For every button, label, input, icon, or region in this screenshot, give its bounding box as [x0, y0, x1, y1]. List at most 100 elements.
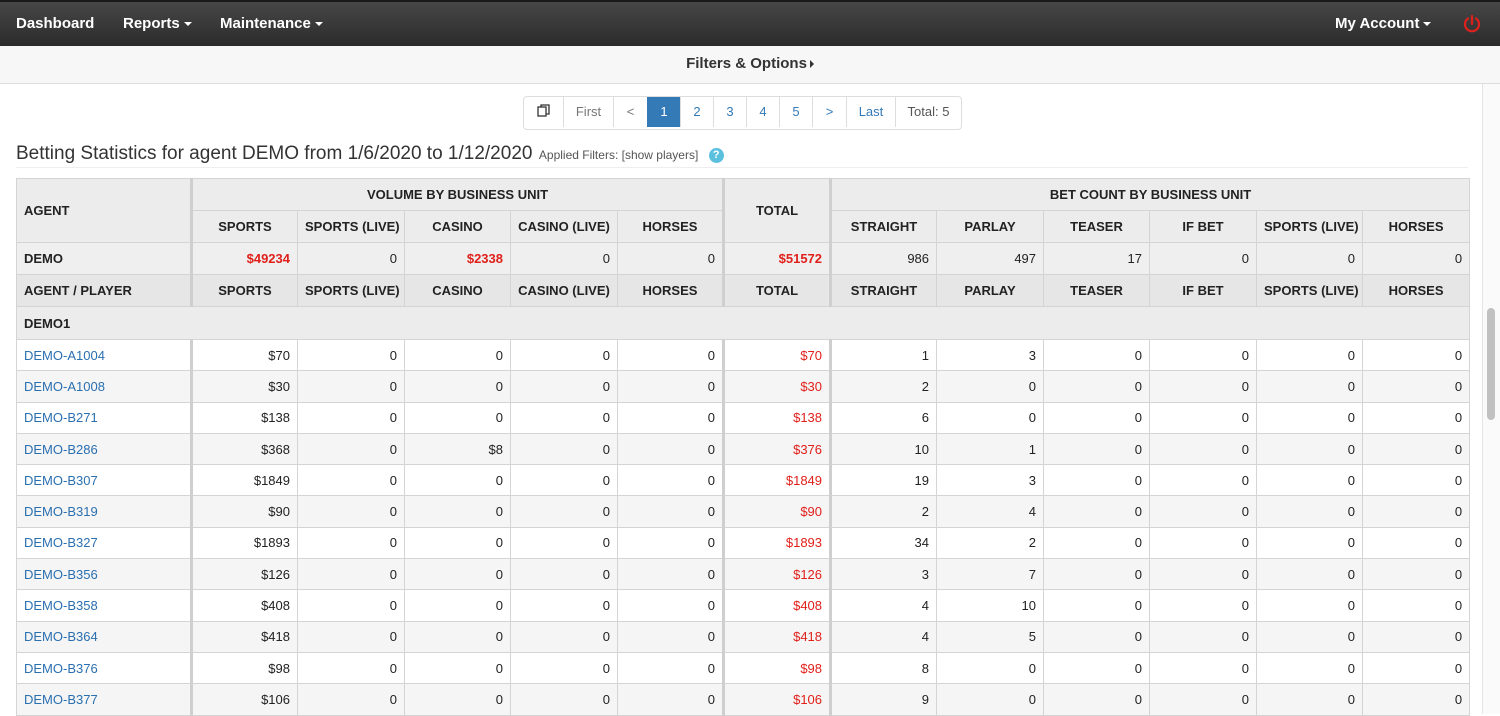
count-cell: 2 [830, 370, 938, 403]
count-cell: 4 [830, 589, 938, 622]
player-cell: DEMO-B356 [16, 558, 193, 591]
page-next[interactable]: > [812, 97, 846, 127]
volume-cell: 0 [616, 495, 726, 528]
volume-col-header: CASINO (LIVE) [510, 274, 618, 307]
count-cell: 0 [1043, 526, 1151, 560]
table-row: DEMO-B286 $368 0 $8 0 0 $376 10 1 0 0 0 0 [16, 432, 1471, 466]
pagination: First < 1 2 3 4 5 > Last Total: 5 [523, 96, 962, 130]
page-2[interactable]: 2 [680, 97, 713, 127]
count-cell: 0 [1256, 683, 1364, 716]
count-cell: 6 [830, 401, 938, 434]
nav-reports[interactable]: Reports [123, 2, 192, 46]
table-row: DEMO-B358 $408 0 0 0 0 $408 4 10 0 0 0 0 [16, 589, 1471, 622]
page-4[interactable]: 4 [746, 97, 779, 127]
page-title: Betting Statistics for agent DEMO from 1… [16, 143, 533, 164]
volume-cell: 0 [616, 338, 726, 372]
volume-cell: $30 [191, 370, 298, 403]
player-cell: DEMO-B358 [16, 589, 193, 622]
total-cell: $418 [723, 620, 833, 653]
volume-cell: 0 [510, 401, 618, 434]
applied-filters[interactable]: Applied Filters: [show players] [539, 148, 698, 162]
volume-col-header: SPORTS (LIVE) [297, 210, 405, 243]
count-cell: 0 [1362, 495, 1471, 528]
count-cell: 0 [936, 683, 1045, 716]
volume-cell: $106 [191, 683, 298, 716]
nav-maintenance[interactable]: Maintenance [220, 2, 323, 46]
count-cell: 0 [1149, 401, 1258, 434]
betcount-group-header: BET COUNT BY BUSINESS UNIT [830, 178, 1471, 211]
count-cell: 10 [830, 432, 938, 466]
player-link[interactable]: DEMO-B271 [24, 410, 98, 425]
volume-cell: 0 [616, 526, 726, 560]
table-row: DEMO-A1004 $70 0 0 0 0 $70 1 3 0 0 0 0 [16, 338, 1471, 372]
player-link[interactable]: DEMO-B364 [24, 629, 98, 644]
count-cell: 0 [1362, 338, 1471, 372]
player-link[interactable]: DEMO-B286 [24, 442, 98, 457]
count-cell: 3 [936, 464, 1045, 497]
player-cell: DEMO-B364 [16, 620, 193, 653]
table-row: DEMO-B377 $106 0 0 0 0 $106 9 0 0 0 0 0 [16, 683, 1471, 716]
page-prev[interactable]: < [613, 97, 647, 127]
volume-cell: 0 [510, 620, 618, 653]
count-cell: 0 [1256, 338, 1364, 372]
volume-cell: 0 [404, 558, 511, 591]
volume-col-header: SPORTS (LIVE) [297, 274, 405, 307]
count-cell: 0 [1362, 683, 1471, 716]
player-link[interactable]: DEMO-B307 [24, 473, 98, 488]
copy-button[interactable] [524, 97, 563, 127]
count-cell: 0 [1043, 401, 1151, 434]
player-link[interactable]: DEMO-B327 [24, 535, 98, 550]
page-first[interactable]: First [563, 97, 613, 127]
nav-dashboard[interactable]: Dashboard [16, 2, 94, 46]
betcount-col-header: IF BET [1149, 210, 1258, 243]
count-cell: 0 [1256, 651, 1364, 685]
player-link[interactable]: DEMO-B356 [24, 567, 98, 582]
filters-options-toggle[interactable]: Filters & Options [686, 55, 814, 72]
volume-col-header: CASINO [404, 274, 511, 307]
help-icon[interactable]: ? [708, 148, 724, 163]
count-cell: 3 [936, 338, 1045, 372]
volume-col-header: CASINO (LIVE) [510, 210, 618, 243]
page-scrollbar[interactable] [1482, 84, 1500, 714]
count-cell: 0 [1043, 589, 1151, 622]
count-cell: 0 [1256, 432, 1364, 466]
volume-col-header: HORSES [616, 210, 726, 243]
betcount-col-header: TEASER [1043, 274, 1151, 307]
summary-volume-cell: 0 [510, 242, 618, 275]
volume-cell: 0 [616, 401, 726, 434]
betcount-col-header: PARLAY [936, 210, 1045, 243]
player-link[interactable]: DEMO-B376 [24, 661, 98, 676]
nav-my-account-label: My Account [1335, 15, 1420, 32]
volume-cell: 0 [616, 464, 726, 497]
volume-cell: 0 [297, 620, 405, 653]
player-link[interactable]: DEMO-B377 [24, 692, 98, 707]
count-cell: 0 [1362, 651, 1471, 685]
count-cell: 0 [1256, 495, 1364, 528]
page-last[interactable]: Last [846, 97, 895, 127]
power-icon[interactable] [1462, 14, 1482, 34]
count-cell: 0 [1043, 558, 1151, 591]
player-link[interactable]: DEMO-A1008 [24, 379, 105, 394]
count-cell: 19 [830, 464, 938, 497]
player-link[interactable]: DEMO-B358 [24, 598, 98, 613]
page-3[interactable]: 3 [713, 97, 746, 127]
top-navbar: Dashboard Reports Maintenance My Account [0, 0, 1500, 46]
count-cell: 0 [1043, 620, 1151, 653]
volume-cell: $1849 [191, 464, 298, 497]
count-cell: 0 [1149, 589, 1258, 622]
volume-group-header: VOLUME BY BUSINESS UNIT [190, 178, 726, 211]
count-cell: 7 [936, 558, 1045, 591]
page-5[interactable]: 5 [779, 97, 812, 127]
summary-volume-cell: $2338 [404, 242, 511, 275]
report-heading: Betting Statistics for agent DEMO from 1… [16, 143, 1468, 168]
player-link[interactable]: DEMO-B319 [24, 504, 98, 519]
scrollbar-thumb[interactable] [1487, 308, 1495, 420]
page-1[interactable]: 1 [647, 97, 680, 127]
volume-cell: 0 [297, 338, 405, 372]
nav-my-account[interactable]: My Account [1335, 2, 1432, 46]
chevron-down-icon [183, 22, 192, 27]
count-cell: 0 [1149, 558, 1258, 591]
total-col-header: TOTAL [723, 274, 833, 307]
summary-volume-cell: 0 [616, 242, 726, 275]
player-link[interactable]: DEMO-A1004 [24, 348, 105, 363]
